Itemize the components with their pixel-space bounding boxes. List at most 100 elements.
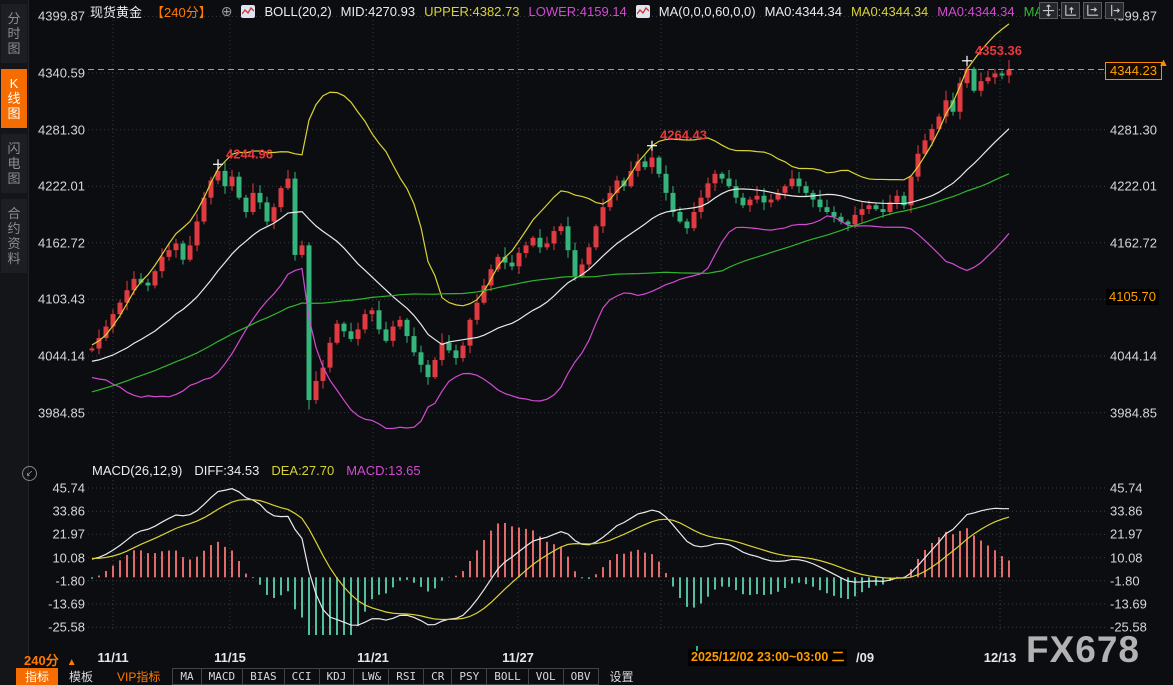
price-axis-label: 4044.14 <box>29 348 85 363</box>
toolbar-button-obv[interactable]: OBV <box>563 668 599 685</box>
sidebar-item-char: 料 <box>7 251 20 266</box>
shift-right-icon[interactable] <box>1105 2 1124 19</box>
header-value: MA0:4344.34 <box>937 4 1014 19</box>
toolbar-button-boll[interactable]: BOLL <box>486 668 529 685</box>
toolbar-button-vol[interactable]: VOL <box>528 668 564 685</box>
macd-header-value: DEA:27.70 <box>271 463 334 478</box>
macd-axis-label: -13.69 <box>29 597 85 612</box>
sidebar-item-char: 约 <box>7 221 20 236</box>
toolbar-button-指标[interactable]: 指标 <box>16 668 58 685</box>
header-value: BOLL(20,2) <box>264 4 331 19</box>
toolbar-button-bias[interactable]: BIAS <box>242 668 285 685</box>
sidebar-item-char: 资 <box>7 236 20 251</box>
sidebar-item-char: 闪 <box>7 141 20 156</box>
chevron-up-icon: ▲ <box>67 657 77 668</box>
indicator-icon[interactable] <box>636 5 650 18</box>
sidebar-item-char: 合 <box>7 206 20 221</box>
sidebar-item-char: 电 <box>7 156 20 171</box>
price-axis-label: 4103.43 <box>29 292 85 307</box>
macd-header-value: MACD:13.65 <box>346 463 420 478</box>
header-value: LOWER:4159.14 <box>529 4 627 19</box>
sidebar-item-3[interactable]: 闪电图 <box>1 134 27 193</box>
period-label: 240分 <box>24 653 59 668</box>
toolbar-button-macd[interactable]: MACD <box>201 668 244 685</box>
price-up-arrow-icon: ▲ <box>1158 57 1169 69</box>
price-axis-label: 4340.59 <box>29 66 85 81</box>
date-label: 12/13 <box>984 650 1017 665</box>
macd-header: MACD(26,12,9) DIFF:34.53 DEA:27.70 MACD:13.… <box>92 463 421 478</box>
toolbar-button-vip指标[interactable]: VIP指标 <box>108 668 169 685</box>
zoom-y-axis-icon[interactable] <box>1061 2 1080 19</box>
macd-axis-label: 45.74 <box>29 481 85 496</box>
macd-axis-label: -25.58 <box>29 620 85 635</box>
macd-header-value: MACD(26,12,9) <box>92 463 182 478</box>
macd-axis-label: 21.97 <box>1110 527 1143 542</box>
peak-price-label: 4353.36 <box>975 43 1022 58</box>
period-selector[interactable]: 240分 ▲ <box>24 650 77 669</box>
sidebar-item-char: K <box>10 76 19 91</box>
indicator-icon[interactable] <box>241 5 255 18</box>
date-label: 11/27 <box>502 650 534 665</box>
macd-axis-label: -25.58 <box>1110 620 1147 635</box>
price-axis-label: 4222.01 <box>1110 179 1157 194</box>
chart-canvas[interactable]: 4244.964264.434353.36 <box>0 0 1173 685</box>
sidebar-item-2[interactable]: K线图 <box>1 69 27 128</box>
price-axis-label: 4281.30 <box>1110 122 1157 137</box>
date-label: /09 <box>856 650 874 665</box>
macd-header-value: DIFF:34.53 <box>194 463 259 478</box>
toolbar-button-模板[interactable]: 模板 <box>60 668 102 685</box>
sidebar-item-char: 图 <box>7 171 20 186</box>
price-axis-label: 4399.87 <box>29 9 85 24</box>
header-value: 现货黄金 <box>90 2 142 21</box>
window-controls <box>1039 2 1124 19</box>
sidebar-item-char: 时 <box>7 26 20 41</box>
header-value: UPPER:4382.73 <box>424 4 519 19</box>
toolbar-button-kdj[interactable]: KDJ <box>319 668 355 685</box>
toolbar-button-cr[interactable]: CR <box>423 668 452 685</box>
price-axis-label: 4044.14 <box>1110 348 1157 363</box>
sidebar-item-char: 线 <box>7 91 20 106</box>
date-label: 11/11 <box>97 650 128 665</box>
reference-price-badge: 4105.70 <box>1106 289 1159 305</box>
macd-axis-label: 21.97 <box>29 527 85 542</box>
pan-icon[interactable] <box>1039 2 1058 19</box>
macd-axis-label: 33.86 <box>29 504 85 519</box>
header-value: MA0:4344.34 <box>765 4 842 19</box>
indicator-header: 现货黄金【240分】⊕BOLL(20,2)MID:4270.93UPPER:43… <box>90 2 1068 20</box>
toolbar-button-ma[interactable]: MA <box>172 668 201 685</box>
macd-axis-label: 10.08 <box>29 550 85 565</box>
toolbar-button-lw&[interactable]: LW& <box>353 668 389 685</box>
price-axis-label: 4162.72 <box>1110 235 1157 250</box>
indicator-toolbar: 指标模板 VIP指标MAMACDBIASCCIKDJLW&RSICRPSYBOLL… <box>0 668 1173 685</box>
price-axis-label: 3984.85 <box>29 405 85 420</box>
watermark-logo: FX678 <box>1026 629 1140 671</box>
sidebar-item-char: 分 <box>7 11 20 26</box>
sidebar-item-1[interactable]: 分时图 <box>1 4 27 63</box>
toolbar-button-rsi[interactable]: RSI <box>388 668 424 685</box>
macd-axis-label: 33.86 <box>1110 504 1143 519</box>
zoom-x-axis-icon[interactable] <box>1083 2 1102 19</box>
macd-axis-label: 45.74 <box>1110 481 1143 496</box>
sidebar-item-char: 图 <box>7 106 20 121</box>
sidebar-item-char: 图 <box>7 41 20 56</box>
chart-app: 4244.964264.434353.36 分时图K线图闪电图合约资料 现货黄金… <box>0 0 1173 685</box>
sidebar: 分时图K线图闪电图合约资料 <box>0 0 29 685</box>
current-price-badge: 4344.23 <box>1105 62 1162 80</box>
macd-axis-label: -1.80 <box>29 573 85 588</box>
header-value: MA(0,0,0,60,0,0) <box>659 4 756 19</box>
date-label: 11/15 <box>214 650 246 665</box>
header-value: MA0:4344.34 <box>851 4 928 19</box>
crosshair-tick <box>696 646 698 651</box>
header-value: 【240分】 <box>151 2 212 21</box>
target-icon[interactable]: ⊕ <box>221 3 233 20</box>
sidebar-item-4[interactable]: 合约资料 <box>1 199 27 273</box>
toolbar-button-cci[interactable]: CCI <box>284 668 320 685</box>
macd-collapse-icon[interactable]: ↙ <box>22 466 37 481</box>
toolbar-button-psy[interactable]: PSY <box>451 668 487 685</box>
price-axis-label: 3984.85 <box>1110 405 1157 420</box>
price-axis-label: 4162.72 <box>29 235 85 250</box>
peak-price-label: 4244.96 <box>226 146 273 161</box>
macd-axis-label: 10.08 <box>1110 550 1143 565</box>
price-axis-label: 4281.30 <box>29 122 85 137</box>
toolbar-button-设置[interactable]: 设置 <box>601 668 643 685</box>
